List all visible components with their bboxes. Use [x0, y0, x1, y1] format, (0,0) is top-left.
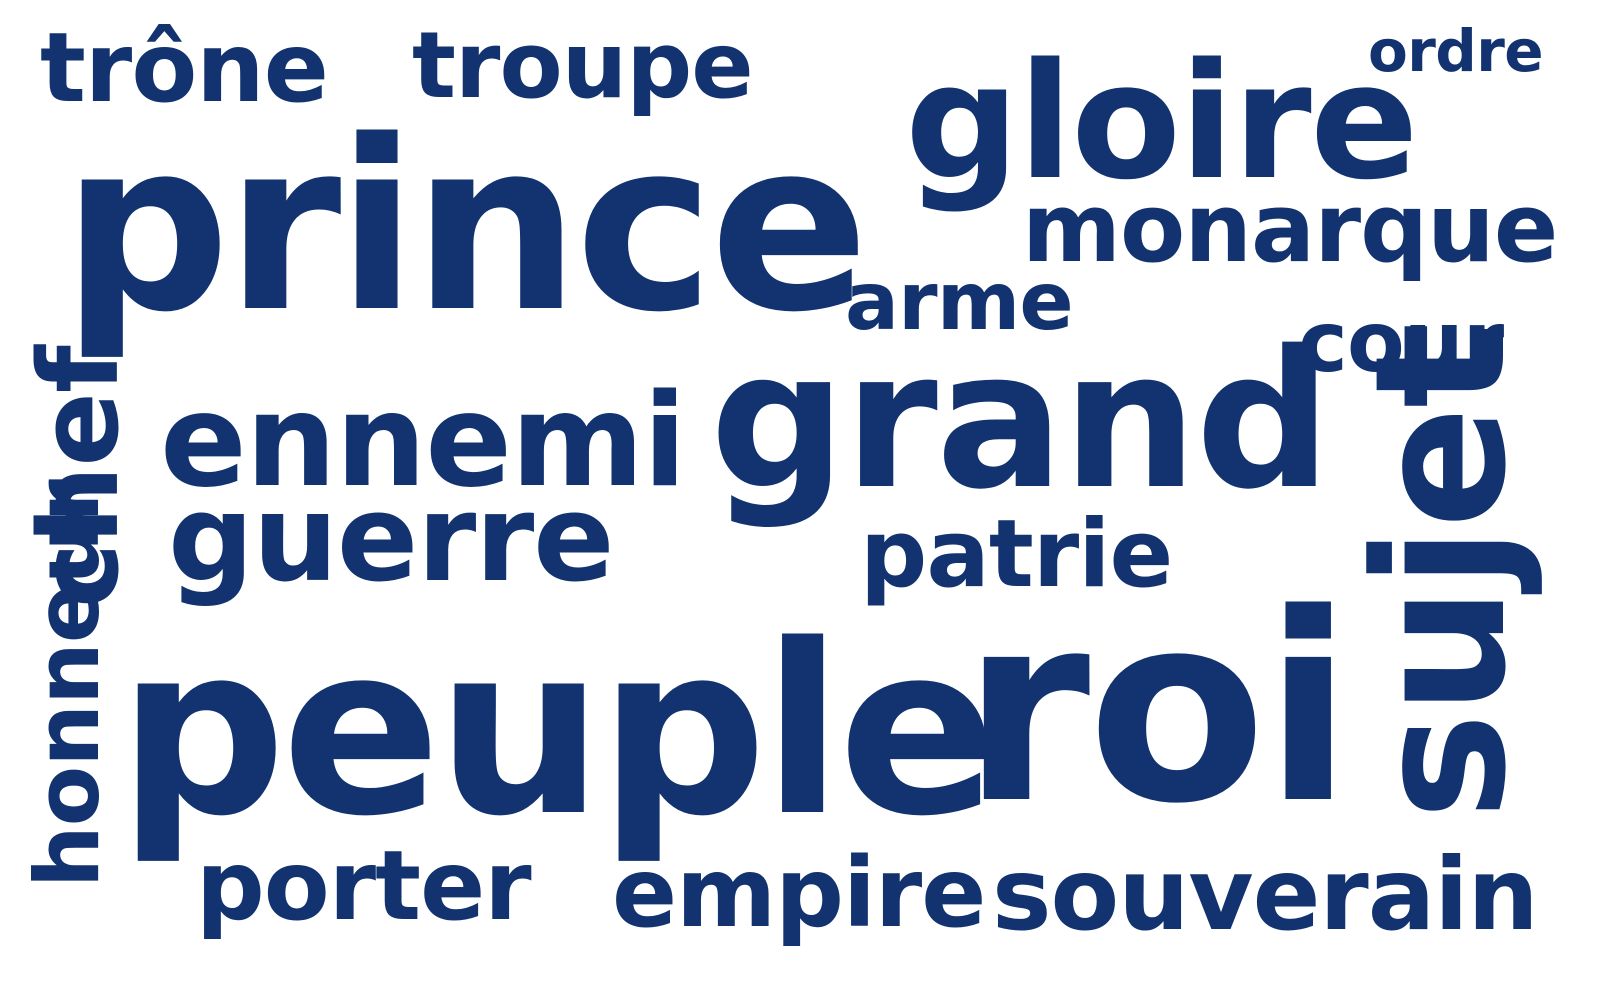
word-grand: grand — [710, 310, 1332, 531]
word-porter: porter — [196, 830, 532, 942]
word-sujet: sujet — [1337, 323, 1546, 820]
word-guerre: guerre — [168, 470, 614, 609]
word-roi: roi — [962, 559, 1353, 861]
word-peuple: peuple — [118, 595, 998, 868]
word-honneur: honneur — [16, 480, 119, 888]
word-cloud: trône troupe ordre prince gloire monarqu… — [0, 0, 1600, 1000]
word-empire: empire — [612, 837, 986, 949]
word-monarque: monarque — [1022, 174, 1558, 284]
word-souverain: souverain — [992, 836, 1539, 953]
